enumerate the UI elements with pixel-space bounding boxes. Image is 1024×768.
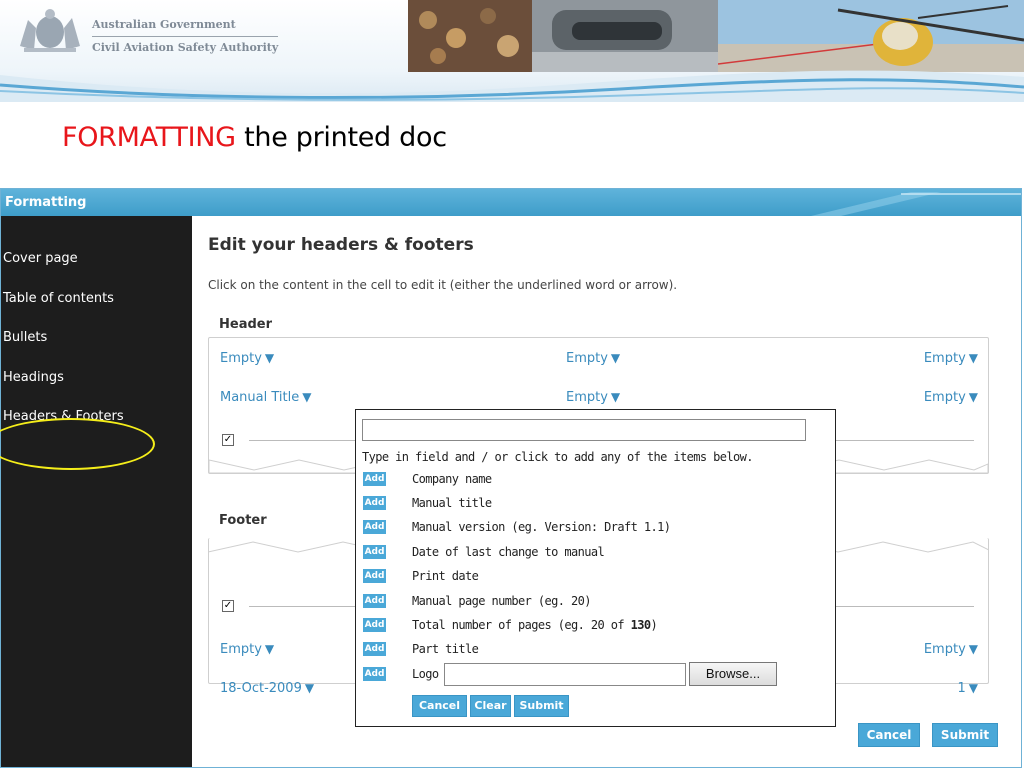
popup-submit-button[interactable]: Submit — [514, 695, 569, 717]
title-bar-swoosh — [811, 192, 1021, 216]
popup-item-label: Manual page number (eg. 20) — [412, 594, 591, 608]
footer-cell-right[interactable]: Empty ▼ — [924, 642, 978, 657]
popup-item-label: Part title — [412, 642, 479, 656]
banner: Australian Government Civil Aviation Saf… — [0, 0, 1024, 102]
header-cell-center[interactable]: Empty ▼ — [566, 351, 620, 366]
add-button[interactable]: Add — [363, 618, 386, 632]
sidebar-item-headings[interactable]: Headings — [3, 370, 64, 385]
popup-item-label: Company name — [412, 472, 492, 486]
highlight-ellipse — [0, 418, 155, 470]
cell-text[interactable]: Empty — [924, 351, 966, 366]
cell-text[interactable]: Empty — [566, 351, 608, 366]
header-cell-right[interactable]: Empty ▼ — [924, 351, 978, 366]
window-title-bar: Formatting — [1, 189, 1021, 216]
add-button[interactable]: Add — [363, 496, 386, 510]
sidebar-item-table-of-contents[interactable]: Table of contents — [3, 291, 114, 306]
dropdown-arrow-icon[interactable]: ▼ — [305, 681, 314, 695]
cell-text[interactable]: Manual Title — [220, 390, 299, 405]
cell-text[interactable]: Empty — [220, 642, 262, 657]
popup-hint: Type in field and / or click to add any … — [362, 450, 753, 464]
header-cell-left[interactable]: Manual Title ▼ — [220, 390, 311, 405]
sidebar-item-cover-page[interactable]: Cover page — [3, 251, 78, 266]
dropdown-arrow-icon[interactable]: ▼ — [969, 390, 978, 404]
instruction-text: Click on the content in the cell to edit… — [208, 278, 678, 292]
dropdown-arrow-icon[interactable]: ▼ — [969, 681, 978, 695]
add-button[interactable]: Add — [363, 545, 386, 559]
dropdown-arrow-icon[interactable]: ▼ — [611, 351, 620, 365]
dropdown-arrow-icon[interactable]: ▼ — [969, 642, 978, 656]
popup-item-label: Date of last change to manual — [412, 545, 605, 559]
gov-line-1: Australian Government — [92, 18, 236, 31]
header-line-checkbox[interactable]: ✓ — [222, 434, 234, 446]
cell-text[interactable]: 18-Oct-2009 — [220, 681, 302, 696]
dropdown-arrow-icon[interactable]: ▼ — [611, 390, 620, 404]
header-cell-right[interactable]: Empty ▼ — [924, 390, 978, 405]
popup-item-label: Logo — [412, 667, 439, 681]
popup-item-label: Total number of pages (eg. 20 of 130) — [412, 618, 658, 632]
window-title: Formatting — [5, 195, 87, 210]
cell-text[interactable]: Empty — [220, 351, 262, 366]
popup-text-input[interactable] — [362, 419, 806, 441]
cell-text[interactable]: Empty — [924, 390, 966, 405]
add-button[interactable]: Add — [363, 569, 386, 583]
dropdown-arrow-icon[interactable]: ▼ — [969, 351, 978, 365]
add-button[interactable]: Add — [363, 472, 386, 486]
header-section-label: Header — [219, 317, 273, 332]
header-cell-left[interactable]: Empty ▼ — [220, 351, 274, 366]
add-button[interactable]: Add — [363, 667, 386, 681]
dropdown-arrow-icon[interactable]: ▼ — [265, 642, 274, 656]
government-wordmark: Australian Government Civil Aviation Saf… — [92, 18, 279, 55]
footer-cell-right[interactable]: 1 ▼ — [957, 681, 978, 696]
insert-item-popup: Type in field and / or click to add any … — [355, 409, 836, 727]
cell-text[interactable]: Empty — [924, 642, 966, 657]
popup-item-label: Manual version (eg. Version: Draft 1.1) — [412, 520, 671, 534]
dropdown-arrow-icon[interactable]: ▼ — [302, 390, 311, 404]
slide-title-rest: the printed doc — [235, 122, 447, 153]
total-pages-bold: 130 — [630, 618, 651, 632]
footer-line-checkbox[interactable]: ✓ — [222, 600, 234, 612]
cancel-button[interactable]: Cancel — [858, 723, 920, 747]
total-pages-prefix: Total number of pages (eg. 20 of — [412, 618, 631, 632]
popup-cancel-button[interactable]: Cancel — [412, 695, 467, 717]
header-cell-center[interactable]: Empty ▼ — [566, 390, 620, 405]
cell-text[interactable]: 1 — [957, 681, 965, 696]
gov-line-2: Civil Aviation Safety Authority — [92, 36, 279, 55]
page-heading: Edit your headers & footers — [208, 235, 474, 255]
sidebar: Cover page Table of contents Bullets Hea… — [0, 216, 192, 767]
popup-item-label: Manual title — [412, 496, 492, 510]
total-pages-suffix: ) — [650, 618, 658, 632]
footer-section-label: Footer — [219, 513, 267, 528]
cell-text[interactable]: Empty — [566, 390, 608, 405]
dropdown-arrow-icon[interactable]: ▼ — [265, 351, 274, 365]
add-button[interactable]: Add — [363, 594, 386, 608]
logo-file-input[interactable] — [444, 663, 686, 686]
footer-cell-left[interactable]: Empty ▼ — [220, 642, 274, 657]
browse-button[interactable]: Browse... — [689, 662, 777, 686]
add-button[interactable]: Add — [363, 520, 386, 534]
slide-title: FORMATTING the printed doc — [62, 122, 447, 153]
banner-wave — [0, 70, 1024, 102]
submit-button[interactable]: Submit — [932, 723, 998, 747]
sidebar-item-bullets[interactable]: Bullets — [3, 330, 47, 345]
slide-title-accent: FORMATTING — [62, 122, 236, 153]
popup-item-label: Print date — [412, 569, 479, 583]
footer-cell-left[interactable]: 18-Oct-2009 ▼ — [220, 681, 314, 696]
coat-of-arms-icon — [20, 9, 80, 52]
popup-clear-button[interactable]: Clear — [470, 695, 511, 717]
add-button[interactable]: Add — [363, 642, 386, 656]
